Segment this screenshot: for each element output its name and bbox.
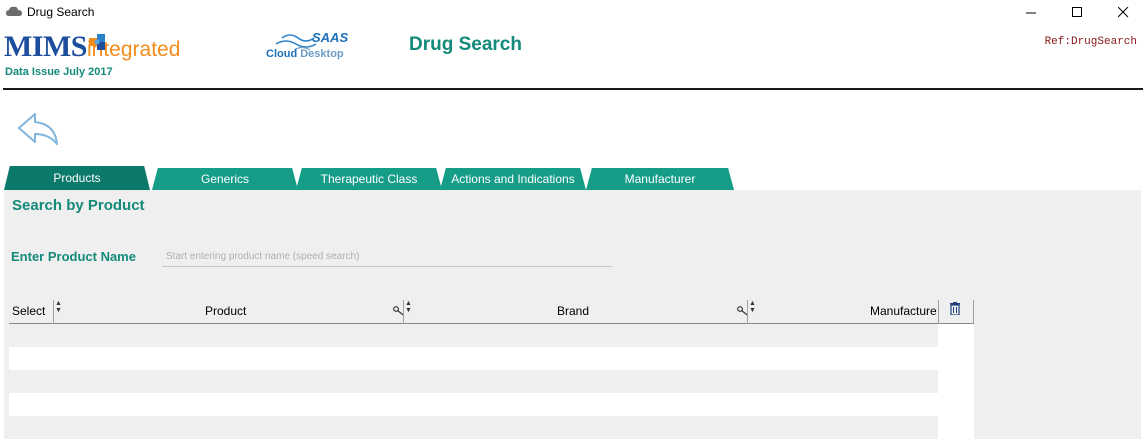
table-row[interactable] bbox=[9, 393, 938, 416]
column-divider bbox=[53, 300, 54, 324]
page-title: Drug Search bbox=[409, 34, 522, 55]
sort-icon[interactable]: ▲ ▼ bbox=[55, 300, 62, 314]
column-divider bbox=[403, 300, 404, 324]
minimize-icon bbox=[1025, 12, 1036, 13]
logo-mims-text: MIMS bbox=[4, 30, 88, 63]
saas-cloud-label: Cloud bbox=[266, 48, 298, 60]
products-panel: Search by Product Enter Product Name Sel… bbox=[4, 190, 1141, 439]
grid-scroll-area bbox=[938, 324, 974, 439]
table-row[interactable] bbox=[9, 347, 938, 370]
product-search-input[interactable] bbox=[162, 246, 612, 267]
window-title: Drug Search bbox=[27, 5, 95, 19]
minimize-button[interactable] bbox=[1008, 0, 1054, 24]
maximize-icon bbox=[1071, 6, 1082, 17]
maximize-button[interactable] bbox=[1054, 0, 1100, 24]
saas-label: SAAS bbox=[312, 30, 349, 45]
window-titlebar: Drug Search bbox=[0, 0, 1146, 24]
tab-actions-indications[interactable]: Actions and Indications bbox=[440, 168, 586, 190]
saas-logo: SAAS Cloud Desktop bbox=[264, 28, 356, 62]
mims-logo: MIMSintegrated bbox=[4, 30, 180, 64]
tab-products[interactable]: Products bbox=[4, 166, 150, 190]
section-title: Search by Product bbox=[12, 197, 145, 214]
tab-manufacturer[interactable]: Manufacturer bbox=[586, 168, 734, 190]
ref-label: Ref:DrugSearch bbox=[1044, 36, 1137, 48]
column-header-select[interactable]: Select bbox=[12, 298, 45, 324]
tab-generics[interactable]: Generics bbox=[152, 168, 298, 190]
sort-icon[interactable]: ▲ ▼ bbox=[749, 300, 756, 314]
close-icon bbox=[1117, 6, 1128, 17]
cloud-icon bbox=[6, 6, 22, 16]
column-header-manufacturer[interactable]: Manufacture bbox=[870, 298, 937, 324]
header-divider bbox=[3, 88, 1143, 90]
back-arrow-icon[interactable] bbox=[15, 110, 61, 148]
close-button[interactable] bbox=[1100, 0, 1146, 24]
column-divider bbox=[938, 300, 939, 324]
column-divider bbox=[747, 300, 748, 324]
saas-desktop-label: Desktop bbox=[300, 48, 344, 60]
app-header: MIMSintegrated Data Issue July 2017 SAAS… bbox=[0, 24, 1146, 90]
grid-body bbox=[9, 324, 938, 439]
puzzle-icon bbox=[89, 34, 105, 50]
table-row[interactable] bbox=[9, 370, 938, 393]
column-header-brand[interactable]: Brand bbox=[557, 298, 589, 324]
data-issue-label: Data Issue July 2017 bbox=[5, 66, 113, 78]
sort-icon[interactable]: ▲ ▼ bbox=[405, 300, 412, 314]
table-row[interactable] bbox=[9, 324, 938, 347]
column-divider bbox=[973, 300, 974, 324]
product-name-label: Enter Product Name bbox=[11, 249, 136, 264]
trash-icon[interactable] bbox=[950, 302, 960, 315]
table-row[interactable] bbox=[9, 416, 938, 439]
tab-therapeutic-class[interactable]: Therapeutic Class bbox=[296, 168, 442, 190]
column-header-product[interactable]: Product bbox=[205, 298, 246, 324]
grid-header: Select ▲ ▼ Product ▲ ▼ Brand ▲ ▼ Manufactur… bbox=[9, 298, 974, 324]
saas-subtitle: Cloud Desktop bbox=[266, 48, 344, 60]
results-grid: Select ▲ ▼ Product ▲ ▼ Brand ▲ ▼ Manufactur… bbox=[9, 298, 974, 439]
